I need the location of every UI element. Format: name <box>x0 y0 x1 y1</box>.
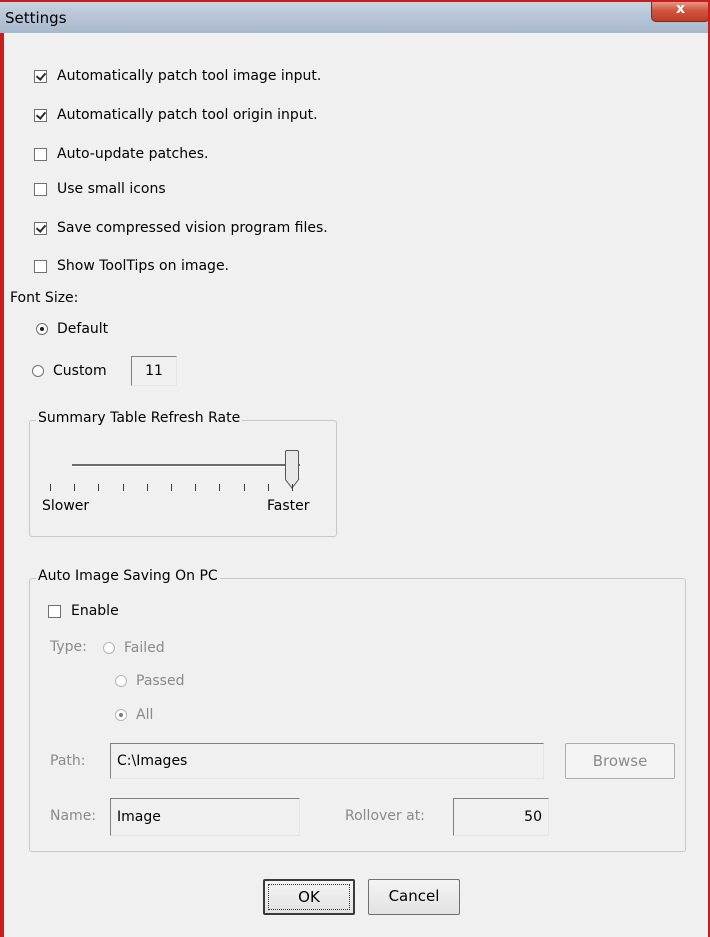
slider-tick <box>50 484 51 491</box>
option-save-compressed[interactable]: Save compressed vision program files. <box>34 219 328 237</box>
radio-label: Passed <box>136 673 185 689</box>
slider-tick <box>122 484 124 491</box>
checkbox[interactable] <box>34 182 47 196</box>
option-show-tooltips[interactable]: Show ToolTips on image. <box>34 257 229 275</box>
cancel-button[interactable]: Cancel <box>368 879 460 915</box>
option-label: Save compressed vision program files. <box>57 220 328 236</box>
name-label: Name: <box>50 808 97 824</box>
checkbox[interactable] <box>34 147 47 161</box>
type-failed-radio[interactable]: Failed <box>103 639 165 657</box>
slider-max-label: Faster <box>267 498 310 514</box>
radio-button[interactable] <box>32 365 44 377</box>
type-passed-radio[interactable]: Passed <box>115 672 184 690</box>
checkbox[interactable] <box>34 108 47 122</box>
ok-button-label: OK <box>268 884 350 910</box>
close-button[interactable]: x <box>651 0 710 22</box>
slider-tick <box>171 484 172 491</box>
path-input[interactable]: C:\Images <box>110 743 544 779</box>
option-label: Automatically patch tool image input. <box>57 68 322 84</box>
option-patch-origin-input[interactable]: Automatically patch tool origin input. <box>34 106 318 124</box>
auto-image-saving-title: Auto Image Saving On PC <box>36 568 220 584</box>
checkbox[interactable] <box>48 604 61 618</box>
slider-tick <box>219 484 221 491</box>
radio-button[interactable] <box>36 323 48 335</box>
name-input[interactable]: Image <box>110 798 300 836</box>
checkbox[interactable] <box>34 259 47 273</box>
radio-label: Default <box>57 321 109 337</box>
slider-track <box>72 464 300 467</box>
slider-tick <box>292 484 293 491</box>
option-label: Automatically patch tool origin input. <box>57 107 318 123</box>
option-label: Show ToolTips on image. <box>57 258 230 274</box>
custom-font-size-input[interactable]: 11 <box>131 356 177 386</box>
rollover-input[interactable]: 50 <box>453 798 549 836</box>
refresh-rate-title: Summary Table Refresh Rate <box>36 410 243 426</box>
window-title: Settings <box>5 9 67 27</box>
option-label: Use small icons <box>57 181 166 197</box>
slider-thumb-tip <box>285 478 300 489</box>
radio-label: All <box>136 707 154 723</box>
option-use-small-icons[interactable]: Use small icons <box>34 180 166 198</box>
radio-button[interactable] <box>103 642 115 654</box>
radio-label: Failed <box>124 640 165 656</box>
checkbox[interactable] <box>34 221 47 235</box>
option-patch-image-input[interactable]: Automatically patch tool image input. <box>34 67 321 85</box>
ok-button[interactable]: OK <box>263 879 355 915</box>
rollover-label: Rollover at: <box>345 808 425 824</box>
font-size-label: Font Size: <box>10 290 79 306</box>
slider-tick <box>267 484 269 491</box>
font-size-default-radio[interactable]: Default <box>36 320 108 338</box>
browse-button[interactable]: Browse <box>565 743 675 779</box>
type-label: Type: <box>50 639 87 655</box>
close-icon: x <box>675 1 686 17</box>
slider-tick <box>98 484 100 491</box>
radio-button[interactable] <box>115 675 127 687</box>
path-label: Path: <box>50 753 86 769</box>
type-all-radio[interactable]: All <box>115 706 153 724</box>
font-size-custom-radio[interactable]: Custom <box>32 362 107 380</box>
option-label: Auto-update patches. <box>57 146 209 162</box>
checkbox[interactable] <box>34 69 47 83</box>
slider-min-label: Slower <box>42 498 90 514</box>
slider-tick <box>74 484 76 491</box>
title-bar: Settings x <box>0 0 710 33</box>
enable-label: Enable <box>71 603 119 619</box>
radio-button[interactable] <box>115 709 127 721</box>
window-frame-top <box>0 0 710 2</box>
window-frame-left <box>0 33 4 937</box>
refresh-rate-slider-thumb[interactable] <box>285 450 299 480</box>
option-auto-update-patches[interactable]: Auto-update patches. <box>34 145 208 163</box>
slider-tick <box>146 484 148 491</box>
enable-auto-save[interactable]: Enable <box>48 602 119 620</box>
slider-tick <box>195 484 197 491</box>
slider-tick <box>243 484 245 491</box>
radio-label: Custom <box>53 363 107 379</box>
